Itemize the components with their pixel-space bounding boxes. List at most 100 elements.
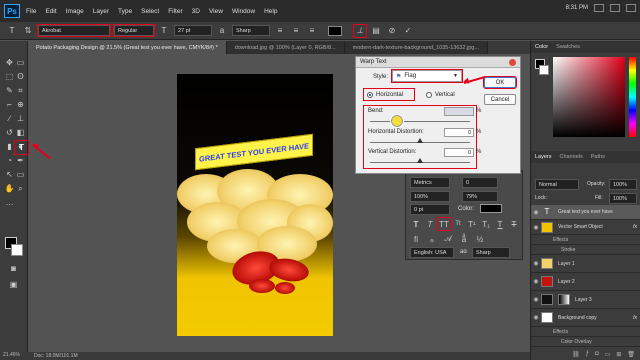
menu-filter[interactable]: Filter: [168, 8, 182, 15]
tab-swatches[interactable]: Swatches: [552, 44, 584, 50]
healing-tool-icon[interactable]: ⊕: [15, 99, 26, 110]
language-select[interactable]: English: USA: [410, 247, 454, 258]
layer-effect-row[interactable]: Effects: [531, 327, 640, 337]
fill-field[interactable]: 100%: [609, 193, 637, 204]
style-select[interactable]: ⚑ Flag ▼: [391, 69, 463, 83]
horizontal-distortion-field[interactable]: 0: [444, 128, 474, 137]
path-select-tool-icon[interactable]: ↖: [4, 169, 15, 180]
menu-select[interactable]: Select: [141, 8, 159, 15]
eye-icon[interactable]: ◉: [531, 224, 541, 231]
fraction-icon[interactable]: ½: [474, 233, 486, 245]
move-tool-icon[interactable]: ✥: [4, 57, 15, 68]
menu-view[interactable]: View: [209, 8, 223, 15]
close-icon[interactable]: [509, 59, 516, 66]
layer-row[interactable]: ◉ Layer 2: [531, 273, 640, 291]
kerning-select[interactable]: Metrics: [410, 177, 450, 188]
layer-row[interactable]: ◉ Layer 1: [531, 255, 640, 273]
cancel-icon[interactable]: ⊘: [386, 25, 398, 37]
ok-button[interactable]: OK: [483, 76, 517, 89]
crop-tool-icon[interactable]: ⌗: [15, 85, 26, 96]
layer-row[interactable]: ◉ Background copy fx: [531, 309, 640, 327]
menu-window[interactable]: Window: [232, 8, 255, 15]
menu-image[interactable]: Image: [66, 8, 84, 15]
align-right-icon[interactable]: ≡: [306, 25, 318, 37]
baseline-field[interactable]: 0 pt: [410, 204, 450, 215]
oldstyle-icon[interactable]: ℴ: [426, 233, 438, 245]
eraser-tool-icon[interactable]: ◧: [15, 127, 26, 138]
ordinal-icon[interactable]: aͣ: [458, 233, 470, 245]
quick-mask-icon[interactable]: ◙: [8, 263, 19, 274]
underline-icon[interactable]: T: [494, 218, 506, 230]
vertical-radio[interactable]: Vertical: [426, 89, 455, 100]
close-window-button[interactable]: [626, 4, 636, 12]
vertical-distortion-field[interactable]: 0: [444, 148, 474, 157]
eyedropper-tool-icon[interactable]: ⌐: [4, 99, 15, 110]
tracking-select[interactable]: 0: [462, 177, 498, 188]
toggle-orientation-icon[interactable]: ⇅: [22, 25, 34, 37]
dodge-tool-icon[interactable]: ◔: [4, 155, 15, 166]
bend-slider[interactable]: [370, 121, 470, 122]
type-tool-preset-icon[interactable]: T: [6, 25, 18, 37]
history-brush-icon[interactable]: ↺: [4, 127, 15, 138]
eye-icon[interactable]: ◉: [531, 314, 541, 321]
horizontal-scale-field[interactable]: 79%: [462, 191, 498, 202]
faux-italic-icon[interactable]: T: [424, 218, 436, 230]
color-picker-field[interactable]: [553, 57, 625, 137]
menu-layer[interactable]: Layer: [93, 8, 109, 15]
marquee-tool-icon[interactable]: ⬚: [4, 71, 15, 82]
tab-dark-texture[interactable]: modern-dark-texture-background_1035-1363…: [344, 41, 488, 54]
eye-icon[interactable]: ◉: [531, 278, 541, 285]
tab-color[interactable]: Color: [531, 44, 552, 50]
artboard-tool-icon[interactable]: ▭: [15, 57, 26, 68]
type-tool-icon[interactable]: T: [14, 140, 29, 155]
tab-paths[interactable]: Paths: [587, 154, 609, 160]
strikethrough-icon[interactable]: T: [508, 218, 520, 230]
zoom-tool-icon[interactable]: ⌕: [15, 183, 26, 194]
blend-mode-select[interactable]: Normal: [535, 179, 579, 190]
vertical-distortion-knob[interactable]: [417, 158, 423, 163]
bg-color-chip[interactable]: [539, 65, 549, 75]
new-group-icon[interactable]: ▭: [605, 351, 611, 358]
minimize-button[interactable]: [594, 4, 604, 12]
zoom-level[interactable]: 21.46%: [0, 352, 28, 360]
menu-file[interactable]: File: [26, 8, 36, 15]
pen-tool-icon[interactable]: ✒: [15, 155, 26, 166]
character-color-swatch[interactable]: [480, 204, 502, 213]
menu-help[interactable]: Help: [264, 8, 277, 15]
eye-icon[interactable]: ◉: [531, 209, 541, 216]
antialias-char-select[interactable]: Sharp: [472, 247, 510, 258]
screen-mode-icon[interactable]: ▣: [8, 279, 19, 290]
text-color-swatch[interactable]: [328, 25, 342, 36]
align-left-icon[interactable]: ≡: [274, 25, 286, 37]
layer-row[interactable]: ◉ T Great test you ever have: [531, 205, 640, 220]
vertical-scale-field[interactable]: 100%: [410, 191, 450, 202]
character-panel-icon[interactable]: ▤: [370, 25, 382, 37]
layer-mask-thumbnail[interactable]: [558, 294, 570, 305]
layer-row[interactable]: ◉ Layer 3: [531, 291, 640, 309]
check-icon[interactable]: ✓: [402, 25, 414, 37]
font-style-select[interactable]: Regular: [113, 24, 155, 37]
small-caps-icon[interactable]: Tt: [452, 218, 464, 230]
swash-icon[interactable]: 𝒜: [442, 233, 454, 245]
tab-layers[interactable]: Layers: [531, 154, 556, 160]
horizontal-radio[interactable]: Horizontal: [363, 88, 415, 101]
add-style-icon[interactable]: ƒ: [586, 351, 589, 357]
ligature-icon[interactable]: fi: [410, 233, 422, 245]
hand-tool-icon[interactable]: ✋: [4, 183, 15, 194]
faux-bold-icon[interactable]: T: [410, 218, 422, 230]
superscript-icon[interactable]: T¹: [466, 218, 478, 230]
menu-3d[interactable]: 3D: [192, 8, 200, 15]
lasso-tool-icon[interactable]: ʘ: [15, 71, 26, 82]
cancel-button[interactable]: Cancel: [484, 94, 516, 105]
hue-slider[interactable]: [629, 57, 636, 137]
background-color-swatch[interactable]: [11, 244, 23, 256]
align-center-icon[interactable]: ≡: [290, 25, 302, 37]
eye-icon[interactable]: ◉: [531, 260, 541, 267]
brush-tool-icon[interactable]: ∕: [4, 113, 15, 124]
tab-channels[interactable]: Channels: [556, 154, 587, 160]
eye-icon[interactable]: ◉: [531, 296, 541, 303]
antialias-select[interactable]: Sharp: [232, 25, 270, 36]
document-canvas[interactable]: GREAT TEST YOU EVER HAVE: [177, 74, 333, 336]
layer-effect-row[interactable]: Color Overlay: [531, 337, 640, 347]
all-caps-icon[interactable]: TT: [437, 217, 451, 231]
